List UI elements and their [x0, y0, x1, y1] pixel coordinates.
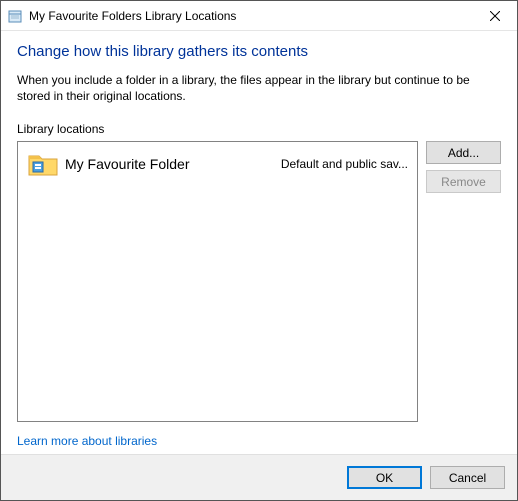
- close-button[interactable]: [473, 1, 517, 31]
- locations-label: Library locations: [17, 122, 501, 136]
- side-buttons: Add... Remove: [426, 141, 501, 422]
- folder-icon: [27, 150, 59, 178]
- item-name: My Favourite Folder: [65, 156, 281, 172]
- titlebar: My Favourite Folders Library Locations: [1, 1, 517, 31]
- dialog-footer: OK Cancel: [1, 454, 517, 500]
- library-icon: [7, 8, 23, 24]
- dialog-content: Change how this library gathers its cont…: [1, 31, 517, 454]
- description-text: When you include a folder in a library, …: [17, 72, 501, 104]
- learn-more-link[interactable]: Learn more about libraries: [17, 434, 501, 448]
- cancel-button[interactable]: Cancel: [430, 466, 505, 489]
- page-heading: Change how this library gathers its cont…: [17, 43, 501, 60]
- window-title: My Favourite Folders Library Locations: [29, 9, 473, 23]
- add-button[interactable]: Add...: [426, 141, 501, 164]
- list-item[interactable]: My Favourite Folder Default and public s…: [24, 148, 411, 180]
- locations-row: My Favourite Folder Default and public s…: [17, 141, 501, 422]
- item-detail: Default and public sav...: [281, 157, 408, 171]
- ok-button[interactable]: OK: [347, 466, 422, 489]
- locations-list[interactable]: My Favourite Folder Default and public s…: [17, 141, 418, 422]
- remove-button: Remove: [426, 170, 501, 193]
